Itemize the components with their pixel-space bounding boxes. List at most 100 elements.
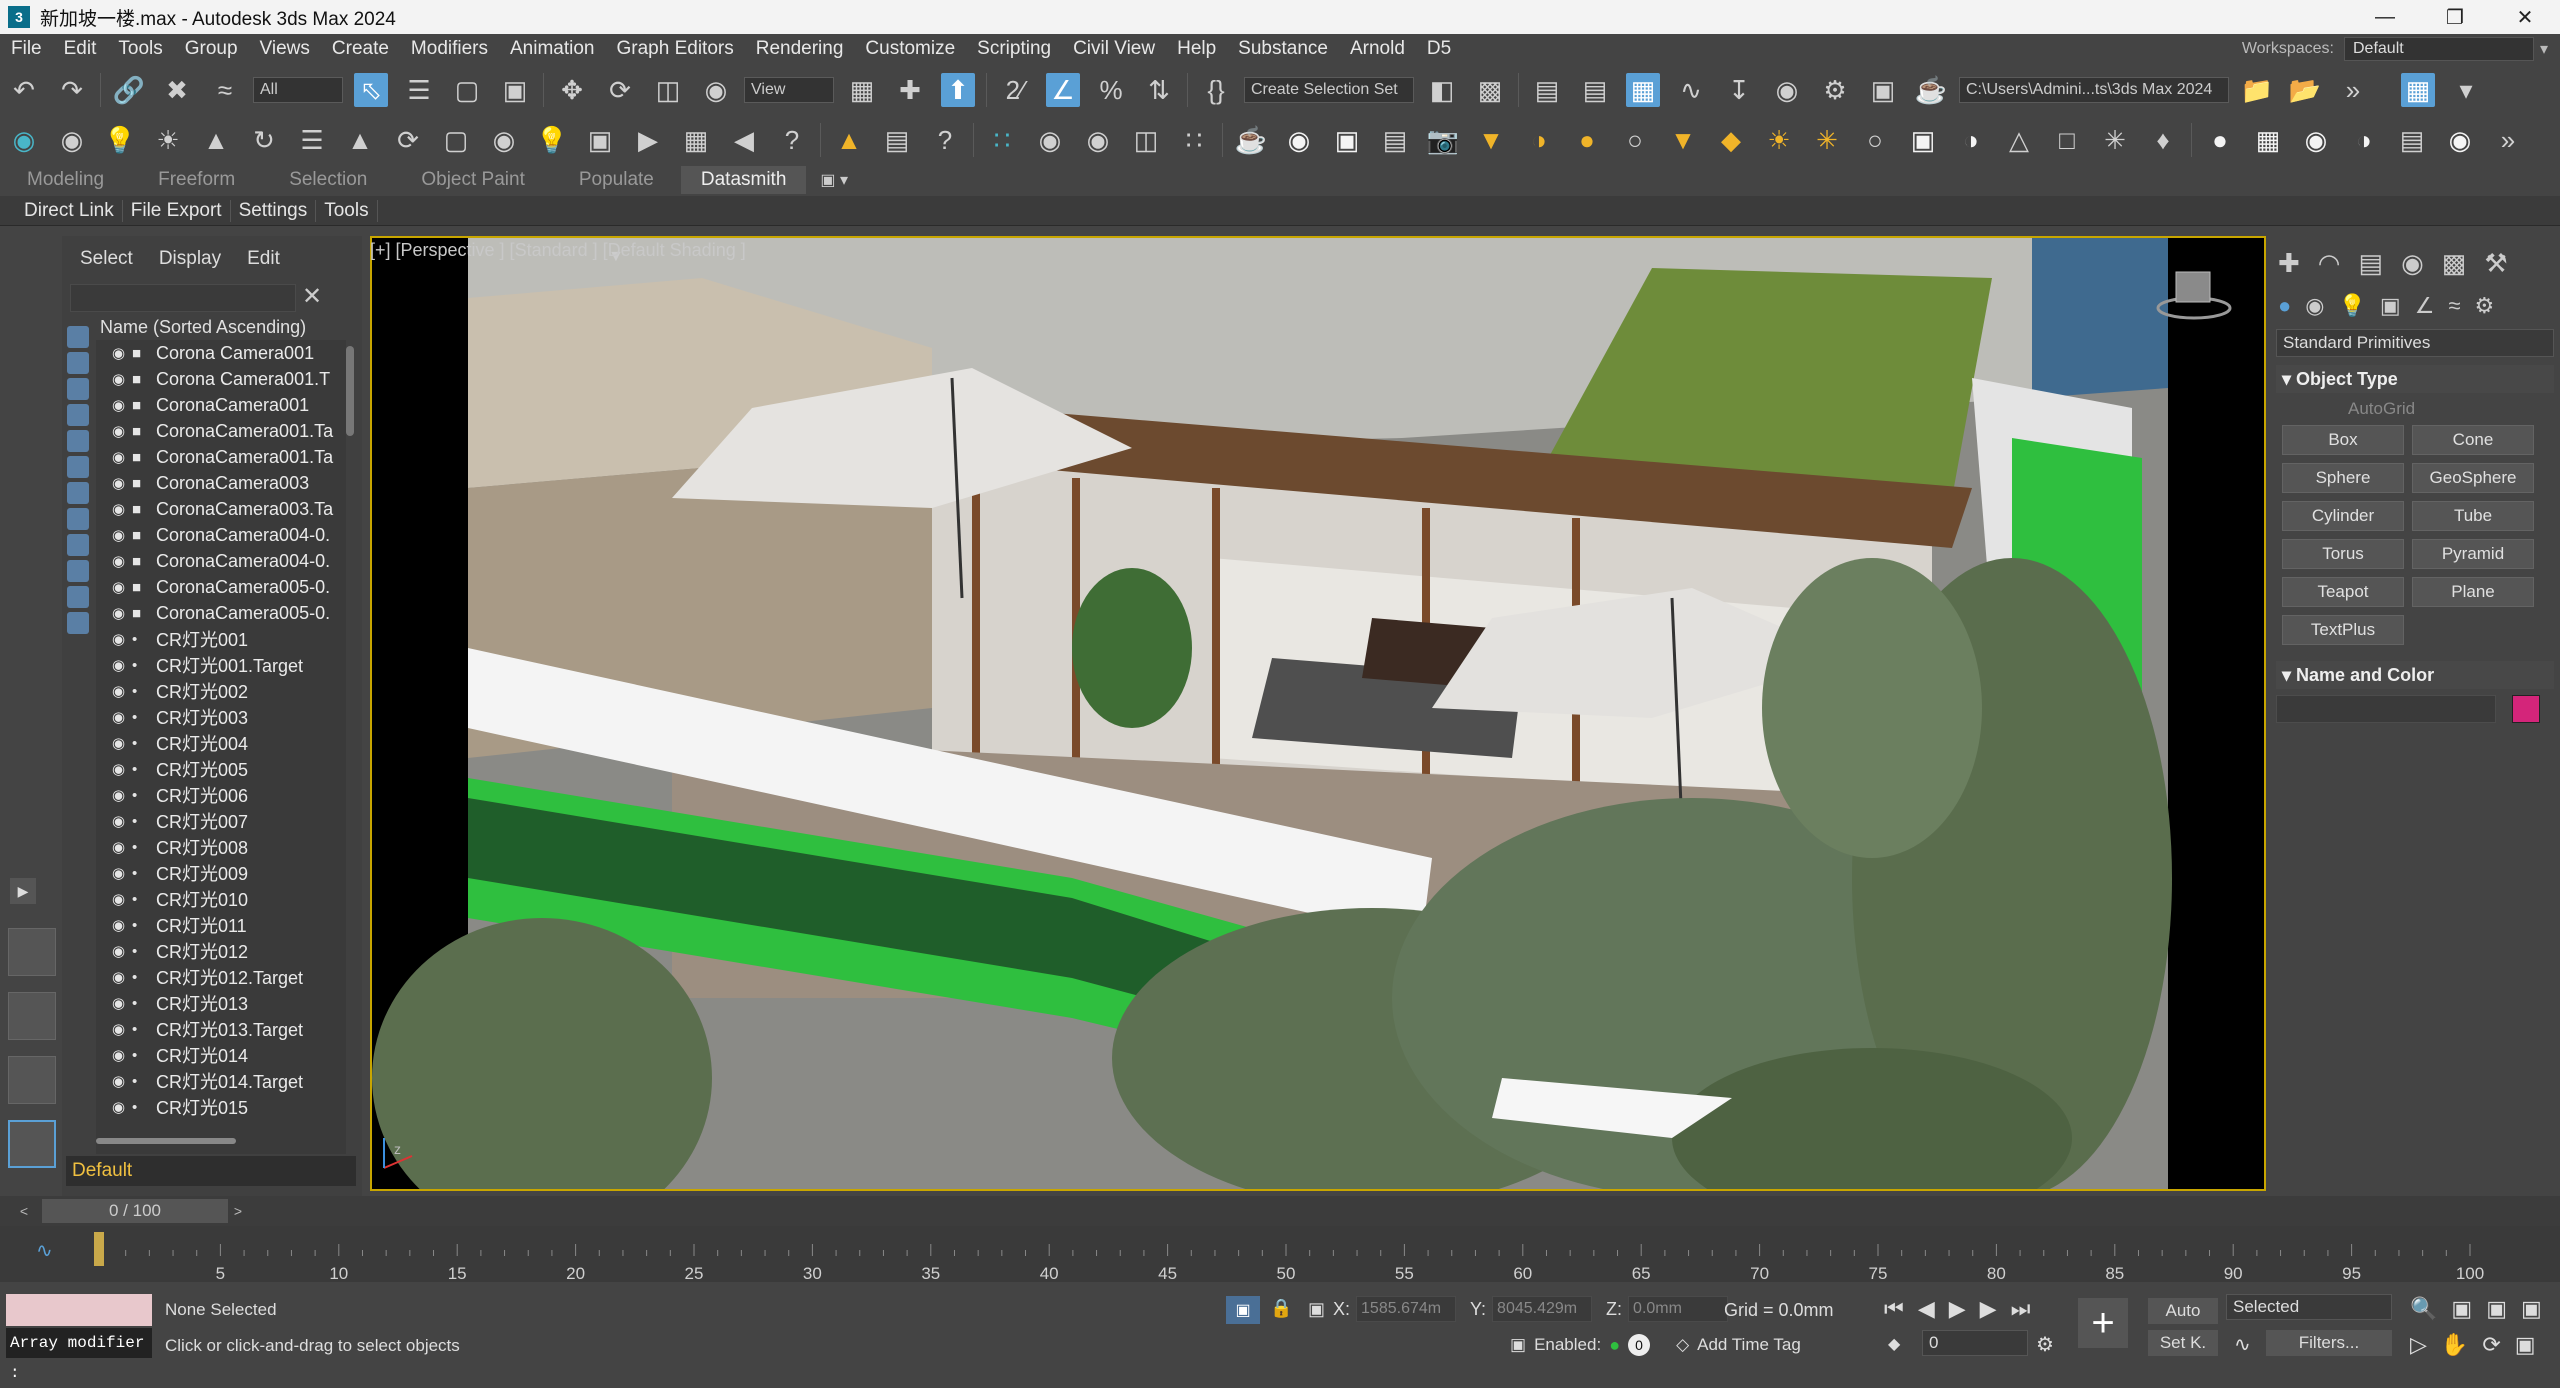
set-key-icon[interactable]: +	[2078, 1298, 2128, 1348]
scene-explorer-icon[interactable]: ▦	[1626, 73, 1660, 107]
viewport-layout-3[interactable]	[8, 1056, 56, 1104]
primitive-tube-button[interactable]: Tube	[2412, 501, 2534, 531]
utilities-tab-icon[interactable]: ⚒	[2484, 248, 2507, 279]
multi-material-icon[interactable]: ▦	[2251, 123, 2285, 157]
sphere-icon[interactable]: ●	[2203, 123, 2237, 157]
zoom-all-icon[interactable]: ▣	[2451, 1296, 2472, 1322]
curve-editor-icon[interactable]: ∿	[1674, 73, 1708, 107]
transform-mode-icon[interactable]: ▣	[1308, 1299, 1325, 1320]
visibility-eye-icon[interactable]: ◉	[112, 890, 132, 908]
key-mode-icon[interactable]: ◆	[1888, 1334, 1900, 1354]
toggle-ribbon-icon[interactable]: ▤	[1578, 73, 1612, 107]
redo-icon[interactable]: ↷	[55, 73, 89, 107]
motion-tab-icon[interactable]: ◉	[2401, 248, 2424, 279]
list-item[interactable]: ◉ ■ CoronaCamera001.Ta	[96, 444, 346, 470]
prev-key-icon[interactable]: ◀	[1918, 1296, 1935, 1322]
visibility-eye-icon[interactable]: ◉	[112, 760, 132, 778]
chevron-down-icon[interactable]: ▾	[2449, 73, 2483, 107]
tag-icon[interactable]: ◇	[1676, 1335, 1689, 1355]
visibility-eye-icon[interactable]: ◉	[112, 682, 132, 700]
visibility-eye-icon[interactable]: ◉	[112, 942, 132, 960]
viewport-layout-4[interactable]	[8, 1120, 56, 1168]
cameras-icon[interactable]: ▣	[2380, 293, 2401, 319]
slash-icon[interactable]: ○	[1618, 123, 1652, 157]
dome-icon[interactable]: ◉	[1282, 123, 1316, 157]
bulb-icon[interactable]: 💡	[535, 123, 569, 157]
key-filters-button[interactable]: Filters...	[2266, 1330, 2392, 1356]
zoom-extents-icon[interactable]: ▣	[2486, 1296, 2507, 1322]
primitive-teapot-button[interactable]: Teapot	[2282, 577, 2404, 607]
scatter-obj-icon[interactable]: △	[2002, 123, 2036, 157]
primitive-box-button[interactable]: Box	[2282, 425, 2404, 455]
rect-selection-icon[interactable]: ▢	[450, 73, 484, 107]
current-frame-field[interactable]: 0	[1922, 1330, 2028, 1356]
visibility-eye-icon[interactable]: ◉	[112, 968, 132, 986]
goto-start-icon[interactable]: ⏮	[1884, 1296, 1904, 1322]
help-icon[interactable]: ?	[775, 123, 809, 157]
close-icon[interactable]: ✕	[302, 282, 322, 311]
menu-edit[interactable]: Edit	[53, 38, 108, 60]
primitive-cylinder-button[interactable]: Cylinder	[2282, 501, 2404, 531]
list-item[interactable]: ◉ • CR灯光004	[96, 730, 346, 756]
display-hidden-icon[interactable]	[67, 612, 89, 634]
place-icon[interactable]: ◉	[699, 73, 733, 107]
list-item[interactable]: ◉ ■ CoronaCamera004-0.	[96, 548, 346, 574]
display-helpers-icon[interactable]	[67, 430, 89, 452]
time-cursor[interactable]	[94, 1232, 104, 1266]
list-item[interactable]: ◉ • CR灯光005	[96, 756, 346, 782]
sheet-icon[interactable]: ▤	[880, 123, 914, 157]
key-filter-dropdown[interactable]: Selected	[2226, 1294, 2392, 1320]
display-groups-icon[interactable]	[67, 482, 89, 504]
spinner-snap-icon[interactable]: ⇅	[1142, 73, 1176, 107]
unlink-icon[interactable]: ✖	[160, 73, 194, 107]
display-geometry-icon[interactable]	[67, 326, 89, 348]
adaptive-degradation-icon[interactable]: ▣	[1510, 1335, 1526, 1355]
maxscript-listener[interactable]: Array modifier :	[6, 1328, 152, 1382]
box-icon[interactable]: ▣	[583, 123, 617, 157]
project-icon[interactable]: 📂	[2288, 73, 2322, 107]
pan-icon[interactable]: ✋	[2441, 1332, 2468, 1358]
display-bones-icon[interactable]	[67, 534, 89, 556]
mirror-icon[interactable]: ◧	[1425, 73, 1459, 107]
visibility-eye-icon[interactable]: ◉	[112, 1098, 132, 1116]
rotate-icon[interactable]: ⟳	[603, 73, 637, 107]
sky-icon[interactable]: ✳	[1810, 123, 1844, 157]
visibility-eye-icon[interactable]: ◉	[112, 734, 132, 752]
explorer-hscrollbar[interactable]	[96, 1138, 236, 1144]
list-item[interactable]: ◉ ■ CoronaCamera005-0.	[96, 600, 346, 626]
selection-filter-dropdown[interactable]: All	[253, 77, 343, 103]
named-selection-dropdown[interactable]: Create Selection Set	[1244, 77, 1414, 103]
explorer-scrollbar[interactable]	[346, 346, 354, 436]
sun-icon[interactable]: ☀	[151, 123, 185, 157]
visibility-eye-icon[interactable]: ◉	[112, 1072, 132, 1090]
display-shapes-icon[interactable]	[67, 352, 89, 374]
visibility-eye-icon[interactable]: ◉	[112, 604, 132, 622]
wave-icon[interactable]: ◉	[487, 123, 521, 157]
project-folder-dropdown[interactable]: C:\Users\Admini...ts\3ds Max 2024	[1959, 77, 2229, 103]
hierarchy-tab-icon[interactable]: ▤	[2358, 248, 2383, 279]
object-type-rollout[interactable]: ▾ Object Type	[2276, 365, 2554, 393]
visibility-eye-icon[interactable]: ◉	[112, 448, 132, 466]
menu-substance[interactable]: Substance	[1227, 38, 1339, 60]
list-item[interactable]: ◉ ■ CoronaCamera001.Ta	[96, 418, 346, 444]
lights-icon[interactable]: 💡	[2339, 293, 2366, 319]
spacewarps-icon[interactable]: ≈	[2448, 293, 2460, 319]
list-item[interactable]: ◉ ■ CoronaCamera003.Ta	[96, 496, 346, 522]
object-category-dropdown[interactable]: Standard Primitives	[2276, 329, 2554, 357]
maxscript-listener-pink[interactable]	[6, 1294, 152, 1326]
visibility-eye-icon[interactable]: ◉	[112, 916, 132, 934]
create-light-icon[interactable]: 💡	[103, 123, 137, 157]
container-icon[interactable]: ▢	[439, 123, 473, 157]
z-coord-field[interactable]: 0.0mm	[1628, 1296, 1729, 1322]
schematic-view-icon[interactable]: ↧	[1722, 73, 1756, 107]
lut-icon[interactable]: ◉	[2299, 123, 2333, 157]
visibility-eye-icon[interactable]: ◉	[112, 630, 132, 648]
scale-icon[interactable]: ◫	[651, 73, 685, 107]
list-item[interactable]: ◉ • CR灯光014	[96, 1042, 346, 1068]
more-icon[interactable]: »	[2336, 73, 2370, 107]
visibility-eye-icon[interactable]: ◉	[112, 1020, 132, 1038]
list-item[interactable]: ◉ ■ CoronaCamera003	[96, 470, 346, 496]
menu-customize[interactable]: Customize	[854, 38, 966, 60]
list-item[interactable]: ◉ • CR灯光014.Target	[96, 1068, 346, 1094]
ribbon-tab-selection[interactable]: Selection	[262, 169, 394, 191]
